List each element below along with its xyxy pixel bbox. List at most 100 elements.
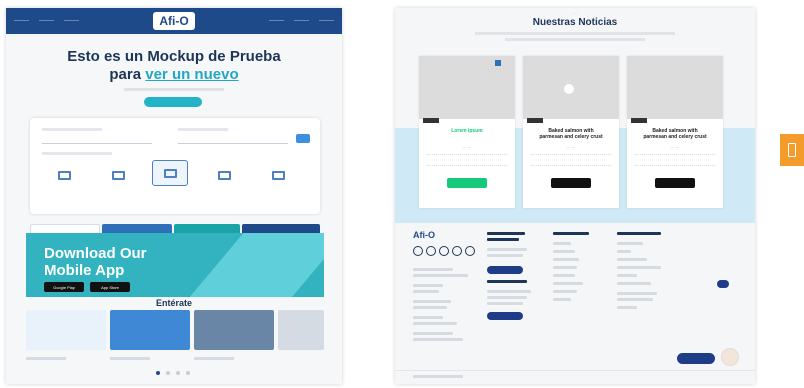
news-card-tag xyxy=(527,118,543,123)
news-intro-placeholder xyxy=(475,32,675,35)
hero-title-line1: Esto es un Mockup de Prueba xyxy=(67,48,281,65)
footer-text-placeholder xyxy=(413,306,447,309)
footer-link[interactable] xyxy=(617,282,651,285)
scroll-top-button[interactable] xyxy=(717,280,729,288)
monitor-icon xyxy=(271,170,285,180)
carousel-dot[interactable] xyxy=(186,371,190,375)
footer-text-placeholder xyxy=(487,302,523,305)
hero-cta-button[interactable] xyxy=(144,97,202,107)
footer-text-placeholder xyxy=(413,322,457,325)
youtube-icon[interactable] xyxy=(452,246,462,256)
instagram-icon[interactable] xyxy=(426,246,436,256)
section-eyebrow: · · · xyxy=(572,12,578,16)
news-card-body xyxy=(427,154,507,166)
hero-title-prefix: para xyxy=(109,66,142,83)
news-card-tag xyxy=(423,118,439,123)
category-item[interactable] xyxy=(206,162,242,188)
footer-link[interactable] xyxy=(617,266,661,269)
hero-title-line2: para ver un nuevo xyxy=(6,66,342,83)
news-card-2[interactable]: Baked salmon with parmesan and celery cr… xyxy=(523,56,619,208)
avatar[interactable] xyxy=(721,348,739,366)
nav-link[interactable]: ——— xyxy=(319,18,334,24)
nav-left: ——— ——— ——— xyxy=(14,18,79,24)
news-card-tag xyxy=(631,118,647,123)
news-card-image xyxy=(627,56,723,119)
carousel-dot[interactable] xyxy=(166,371,170,375)
nav-link[interactable]: ——— xyxy=(39,18,54,24)
footer-divider xyxy=(395,370,755,371)
nav-link[interactable]: ——— xyxy=(294,18,309,24)
monitor-icon xyxy=(217,170,231,180)
article-card-image[interactable] xyxy=(26,310,106,350)
article-caption-placeholder xyxy=(194,357,234,360)
footer-link[interactable] xyxy=(617,242,643,245)
footer-link[interactable] xyxy=(553,290,577,293)
category-item[interactable] xyxy=(260,162,296,188)
news-card-title: Lorem ipsum xyxy=(451,128,483,134)
twitter-icon[interactable] xyxy=(439,246,449,256)
brand-logo[interactable]: Afi-O xyxy=(153,12,195,30)
field-label-placeholder xyxy=(42,128,102,131)
article-card-image[interactable] xyxy=(278,310,324,350)
monitor-icon xyxy=(57,170,71,180)
footer-link[interactable] xyxy=(553,274,575,277)
category-item-selected[interactable] xyxy=(152,160,188,186)
footer-column-heading xyxy=(617,232,661,235)
footer-text-placeholder xyxy=(413,332,453,335)
footer-text-placeholder xyxy=(487,290,531,293)
app-store-button[interactable]: App Store xyxy=(90,282,130,292)
article-card-image[interactable] xyxy=(110,310,190,350)
news-card-title: Baked salmon with parmesan and celery cr… xyxy=(539,128,603,140)
footer-link[interactable] xyxy=(553,250,575,253)
section-title: Entérate xyxy=(155,298,192,308)
article-caption-placeholder xyxy=(110,357,150,360)
footer-link[interactable] xyxy=(617,298,653,301)
chat-button[interactable] xyxy=(677,353,715,364)
footer-link[interactable] xyxy=(617,306,637,309)
footer-subscribe-button[interactable] xyxy=(487,266,523,274)
footer-action-button[interactable] xyxy=(487,312,523,320)
carousel-dot[interactable] xyxy=(176,371,180,375)
footer-link[interactable] xyxy=(617,258,647,261)
image-placeholder-icon xyxy=(564,84,574,94)
news-card-meta: — · — xyxy=(566,145,576,149)
nav-link[interactable]: ——— xyxy=(14,18,29,24)
nav-link[interactable]: ——— xyxy=(64,18,79,24)
news-card-body xyxy=(531,154,611,166)
select-field-2[interactable] xyxy=(178,135,288,144)
footer-link[interactable] xyxy=(617,250,631,253)
footer-link[interactable] xyxy=(617,292,657,295)
news-card-1[interactable]: Lorem ipsum — · — xyxy=(419,56,515,208)
footer-text-placeholder xyxy=(487,296,527,299)
google-play-button[interactable]: Google Play xyxy=(44,282,84,292)
category-item[interactable] xyxy=(46,162,82,188)
footer-text-placeholder xyxy=(487,248,527,251)
news-card-button[interactable] xyxy=(447,178,487,188)
footer-text-placeholder xyxy=(413,268,453,271)
footer-link[interactable] xyxy=(553,242,571,245)
carousel-dot-active[interactable] xyxy=(156,371,160,375)
footer-link[interactable] xyxy=(617,274,637,277)
monitor-icon xyxy=(111,170,125,180)
side-tab[interactable] xyxy=(780,134,804,166)
category-heading-placeholder xyxy=(42,152,112,155)
category-item[interactable] xyxy=(100,162,136,188)
footer-link[interactable] xyxy=(553,258,579,261)
nav-link[interactable]: ——— xyxy=(269,18,284,24)
footer-link[interactable] xyxy=(553,298,571,301)
news-card-button[interactable] xyxy=(551,178,591,188)
footer-link[interactable] xyxy=(553,282,583,285)
app-banner-line1: Download Our xyxy=(44,245,147,262)
article-card-image[interactable] xyxy=(194,310,274,350)
news-intro-placeholder xyxy=(505,38,645,41)
footer-logo[interactable]: Afi-O xyxy=(413,230,435,240)
footer-link[interactable] xyxy=(553,266,577,269)
linkedin-icon[interactable] xyxy=(465,246,475,256)
facebook-icon[interactable] xyxy=(413,246,423,256)
news-card-button[interactable] xyxy=(655,178,695,188)
search-button[interactable] xyxy=(296,134,310,143)
copyright-placeholder xyxy=(413,375,463,378)
field-label-placeholder xyxy=(178,128,228,131)
news-card-3[interactable]: Baked salmon with parmesan and celery cr… xyxy=(627,56,723,208)
select-field-1[interactable] xyxy=(42,135,152,144)
